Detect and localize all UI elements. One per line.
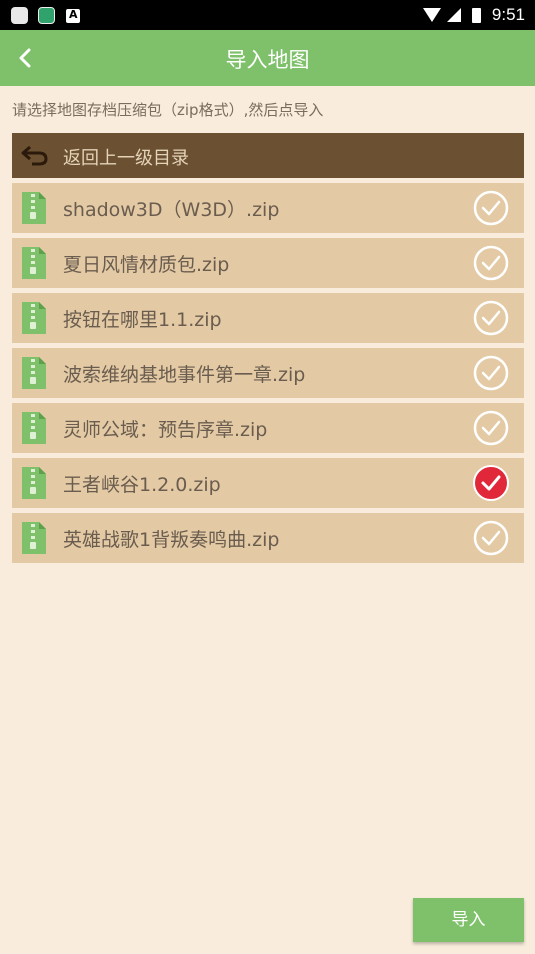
file-row[interactable]: shadow3D（W3D）.zip	[12, 183, 524, 233]
file-name: 王者峡谷1.2.0.zip	[63, 474, 221, 496]
unchecked-icon[interactable]	[472, 189, 510, 227]
app-notification-icon	[38, 7, 55, 24]
file-row[interactable]: 王者峡谷1.2.0.zip	[12, 458, 524, 508]
checked-icon[interactable]	[472, 464, 510, 502]
instruction-text: 请选择地图存档压缩包（zip格式）,然后点导入	[12, 101, 324, 119]
file-name: 波索维纳基地事件第一章.zip	[63, 364, 306, 386]
unchecked-icon[interactable]	[472, 409, 510, 447]
file-row[interactable]: 夏日风情材质包.zip	[12, 238, 524, 288]
import-button[interactable]: 导入	[413, 898, 524, 942]
notification-icon	[11, 7, 28, 24]
zip-file-icon	[22, 412, 46, 444]
return-arrow-icon	[21, 145, 48, 166]
unchecked-icon[interactable]	[472, 354, 510, 392]
page-title: 导入地图	[225, 48, 310, 72]
parent-directory-row[interactable]: 返回上一级目录	[12, 133, 524, 178]
file-name: 按钮在哪里1.1.zip	[63, 309, 222, 331]
battery-icon	[472, 8, 481, 23]
wifi-icon	[423, 8, 441, 22]
zip-file-icon	[22, 357, 46, 389]
file-name: 夏日风情材质包.zip	[63, 254, 230, 276]
file-row[interactable]: 英雄战歌1背叛奏鸣曲.zip	[12, 513, 524, 563]
app-bar: 导入地图	[0, 30, 535, 86]
file-name: shadow3D（W3D）.zip	[63, 199, 280, 221]
file-name: 灵师公域：预告序章.zip	[63, 419, 268, 441]
zip-file-icon	[22, 467, 46, 499]
unchecked-icon[interactable]	[472, 244, 510, 282]
file-row[interactable]: 波索维纳基地事件第一章.zip	[12, 348, 524, 398]
unchecked-icon[interactable]	[472, 519, 510, 557]
file-name: 英雄战歌1背叛奏鸣曲.zip	[63, 529, 280, 551]
status-time: 9:51	[491, 5, 525, 24]
zip-file-icon	[22, 192, 46, 224]
zip-file-icon	[22, 247, 46, 279]
status-bar: 9:51	[0, 0, 535, 30]
parent-directory-label: 返回上一级目录	[63, 148, 189, 169]
file-row[interactable]: 灵师公域：预告序章.zip	[12, 403, 524, 453]
zip-file-icon	[22, 302, 46, 334]
unchecked-icon[interactable]	[472, 299, 510, 337]
cell-signal-icon	[447, 8, 461, 22]
a-notification-icon	[66, 8, 80, 23]
zip-file-icon	[22, 522, 46, 554]
file-row[interactable]: 按钮在哪里1.1.zip	[12, 293, 524, 343]
